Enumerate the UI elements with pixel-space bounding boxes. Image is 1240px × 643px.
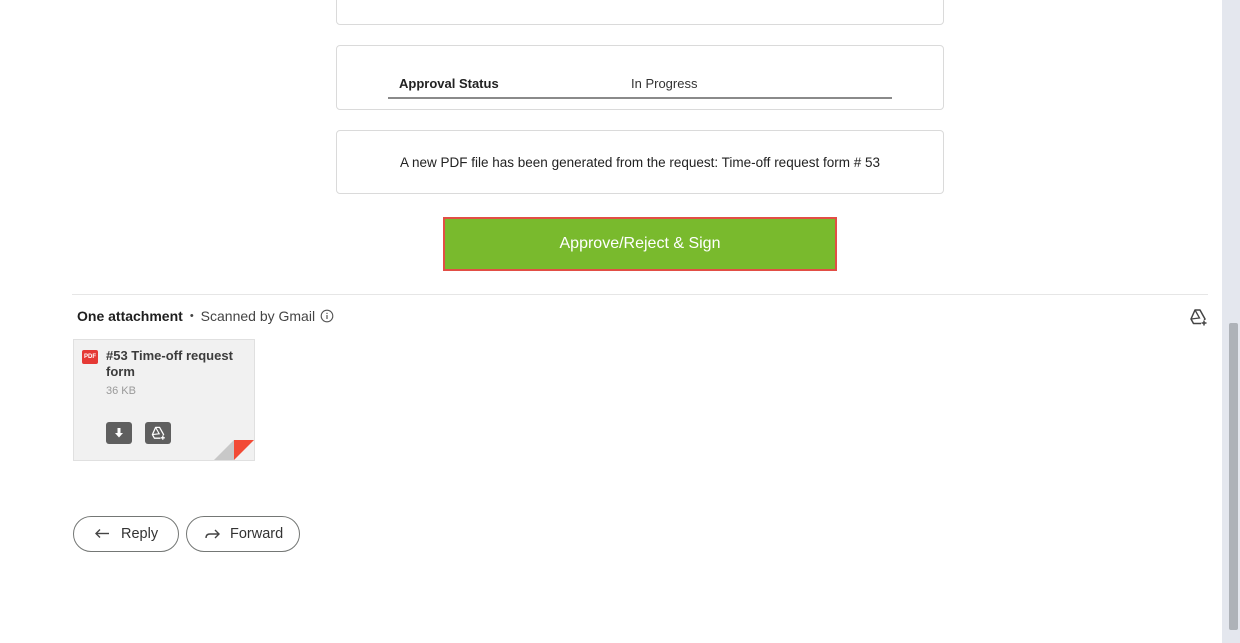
separator-dot: • [189, 310, 194, 322]
reply-label: Reply [121, 526, 159, 542]
attachment-card[interactable]: PDF #53 Time-off request form 36 KB [73, 339, 255, 461]
approval-status-card: Approval Status In Progress [336, 45, 944, 110]
reply-button[interactable]: Reply [73, 516, 179, 552]
reply-icon [94, 527, 112, 541]
download-button[interactable] [106, 422, 132, 444]
add-to-drive-button[interactable] [145, 422, 171, 444]
forward-label: Forward [230, 526, 284, 542]
download-icon [113, 427, 125, 439]
attachment-file-name: #53 Time-off request form [106, 348, 233, 379]
approve-reject-sign-button[interactable]: Approve/Reject & Sign [443, 217, 837, 271]
approval-status-value: In Progress [631, 76, 698, 91]
email-body: Approval Status In Progress A new PDF fi… [0, 0, 1222, 643]
message-text: A new PDF file has been generated from t… [399, 155, 880, 170]
previous-card [336, 0, 944, 25]
info-icon[interactable] [320, 309, 334, 323]
drive-add-icon [150, 425, 166, 441]
scrollbar-thumb[interactable] [1229, 323, 1238, 630]
status-divider [388, 97, 892, 99]
attachments-divider [72, 294, 1208, 295]
forward-icon [203, 527, 221, 541]
drive-add-icon[interactable] [1188, 307, 1208, 327]
attachment-file-size: 36 KB [106, 385, 136, 397]
scanned-label: Scanned by Gmail [200, 308, 316, 324]
attachments-header: One attachment • Scanned by Gmail [77, 308, 334, 324]
forward-button[interactable]: Forward [186, 516, 300, 552]
attachment-count: One attachment [77, 308, 183, 324]
page-fold-corner [214, 440, 254, 460]
pdf-icon: PDF [82, 350, 98, 364]
approval-status-label: Approval Status [399, 76, 499, 91]
message-card: A new PDF file has been generated from t… [336, 130, 944, 194]
